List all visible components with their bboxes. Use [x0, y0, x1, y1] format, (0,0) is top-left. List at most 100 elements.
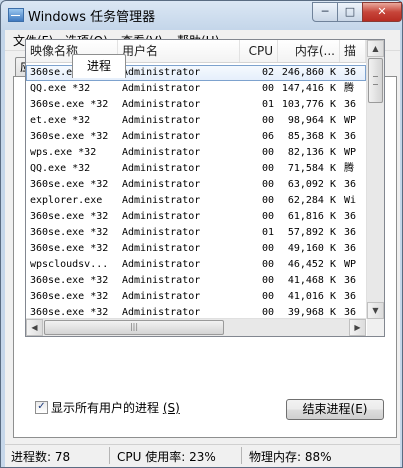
- process-cpu: 02: [261, 67, 274, 78]
- close-button[interactable]: ✕: [362, 2, 402, 22]
- process-user-name: Administrator: [122, 227, 201, 238]
- process-memory: 41,468 K: [287, 275, 336, 286]
- process-user-name: Administrator: [122, 83, 201, 94]
- process-image-name: QQ.exe *32: [30, 163, 91, 174]
- table-row[interactable]: 360se.exe *32 Administrator 00 41,016 K 36: [26, 289, 366, 305]
- checkmark-icon: ✓: [37, 401, 46, 412]
- status-bar: 进程数: 78 CPU 使用率: 23% 物理内存: 88%: [5, 444, 400, 467]
- status-process-count: 进程数: 78: [11, 450, 71, 464]
- table-row[interactable]: QQ.exe *32 Administrator 00 147,416 K 腾: [26, 81, 366, 97]
- process-image-name: 360se.exe *32: [30, 211, 109, 222]
- process-user-name: Administrator: [122, 275, 201, 286]
- process-user-name: Administrator: [122, 195, 201, 206]
- title-bar[interactable]: Windows 任务管理器 ─ □ ✕: [1, 1, 402, 29]
- process-description: 36: [344, 275, 357, 286]
- tab-processes[interactable]: 进程: [72, 54, 126, 78]
- scroll-down-icon[interactable]: ▼: [367, 302, 384, 319]
- task-manager-window: Windows 任务管理器 ─ □ ✕ 文件(F) 选项(O) 查看(V) 帮助…: [0, 0, 403, 468]
- process-image-name: wpscloudsv...: [30, 259, 109, 270]
- horizontal-scrollbar[interactable]: ◀ ||| ▶: [26, 318, 366, 336]
- process-user-name: Administrator: [122, 115, 201, 126]
- process-image-name: wps.exe *32: [30, 147, 97, 158]
- end-process-button[interactable]: 结束进程(E): [286, 399, 384, 420]
- process-memory: 63,092 K: [287, 179, 336, 190]
- window-title: Windows 任务管理器: [28, 10, 156, 25]
- process-user-name: Administrator: [122, 147, 201, 158]
- end-process-label: 结束进程: [302, 402, 351, 416]
- process-cpu: 00: [261, 259, 274, 270]
- table-row[interactable]: 360se.exe *32 Administrator 00 61,816 K 36: [26, 209, 366, 225]
- vertical-scroll-thumb[interactable]: [368, 58, 383, 103]
- process-cpu: 01: [261, 227, 274, 238]
- task-manager-icon: [8, 8, 24, 22]
- show-all-users-checkbox[interactable]: ✓: [35, 401, 48, 414]
- process-cpu: 00: [261, 147, 274, 158]
- process-cpu: 00: [261, 163, 274, 174]
- process-description: 36: [344, 243, 357, 254]
- scroll-corner: [367, 319, 384, 336]
- table-row[interactable]: 360se.exe *32 Administrator 06 85,368 K 36: [26, 129, 366, 145]
- process-image-name: et.exe *32: [30, 115, 91, 126]
- process-image-name: 360se.exe *32: [30, 227, 109, 238]
- table-row[interactable]: 360se.exe *32 Administrator 00 49,160 K 36: [26, 241, 366, 257]
- table-row[interactable]: QQ.exe *32 Administrator 00 71,584 K 腾: [26, 161, 366, 177]
- scroll-left-icon[interactable]: ◀: [26, 319, 43, 336]
- scroll-right-icon[interactable]: ▶: [349, 319, 366, 336]
- horizontal-scroll-thumb[interactable]: |||: [44, 320, 224, 335]
- status-separator: [109, 447, 110, 464]
- process-image-name: 360se.exe *32: [30, 275, 109, 286]
- process-memory: 82,136 K: [287, 147, 336, 158]
- column-memory[interactable]: 内存(...: [278, 40, 340, 62]
- process-cpu: 00: [261, 211, 274, 222]
- status-cpu-usage: CPU 使用率: 23%: [117, 450, 216, 464]
- table-row[interactable]: 360se.exe *32 Administrator 01 57,892 K 36: [26, 225, 366, 241]
- process-memory: 98,964 K: [287, 115, 336, 126]
- process-memory: 62,284 K: [287, 195, 336, 206]
- process-list[interactable]: 映像名称 用户名 CPU 内存(... 描 360se.exe *32 Admin…: [25, 39, 385, 337]
- process-memory: 57,892 K: [287, 227, 336, 238]
- table-row[interactable]: explorer.exe Administrator 00 62,284 K Wi: [26, 193, 366, 209]
- process-description: 36: [344, 99, 357, 110]
- process-image-name: QQ.exe *32: [30, 83, 91, 94]
- process-cpu: 00: [261, 83, 274, 94]
- status-physical-memory: 物理内存: 88%: [249, 450, 332, 464]
- scroll-up-icon[interactable]: ▲: [367, 40, 384, 57]
- process-user-name: Administrator: [122, 99, 201, 110]
- process-memory: 61,816 K: [287, 211, 336, 222]
- process-user-name: Administrator: [122, 259, 201, 270]
- table-row[interactable]: 360se.exe *32 Administrator 00 63,092 K 36: [26, 177, 366, 193]
- table-row[interactable]: wpscloudsv... Administrator 00 46,452 K WP: [26, 257, 366, 273]
- process-image-name: 360se.exe *32: [30, 99, 109, 110]
- process-memory: 46,452 K: [287, 259, 336, 270]
- minimize-button[interactable]: ─: [312, 2, 338, 22]
- table-row[interactable]: wps.exe *32 Administrator 00 82,136 K WP: [26, 145, 366, 161]
- vertical-scrollbar[interactable]: ▲ ▼: [366, 40, 384, 319]
- process-memory: 103,776 K: [281, 99, 336, 110]
- process-user-name: Administrator: [122, 179, 201, 190]
- process-memory: 71,584 K: [287, 163, 336, 174]
- process-description: 36: [344, 211, 357, 222]
- column-user-name[interactable]: 用户名: [118, 40, 240, 62]
- column-cpu[interactable]: CPU: [240, 40, 278, 62]
- process-cpu: 00: [261, 115, 274, 126]
- table-row[interactable]: 360se.exe *32 Administrator 01 103,776 K 36: [26, 97, 366, 113]
- show-all-users-accesskey: (S): [162, 401, 180, 415]
- process-cpu: 00: [261, 275, 274, 286]
- process-image-name: explorer.exe: [30, 195, 103, 206]
- process-description: WP: [344, 259, 357, 270]
- show-all-users-label[interactable]: 显示所有用户的进程 (S): [51, 399, 180, 416]
- process-description: 36: [344, 179, 357, 190]
- process-memory: 246,860 K: [281, 67, 336, 78]
- process-image-name: 360se.exe *32: [30, 291, 109, 302]
- table-row[interactable]: 360se.exe *32 Administrator 00 41,468 K 36: [26, 273, 366, 289]
- column-description[interactable]: 描: [340, 40, 366, 62]
- table-row[interactable]: et.exe *32 Administrator 00 98,964 K WP: [26, 113, 366, 129]
- process-user-name: Administrator: [122, 67, 201, 78]
- process-user-name: Administrator: [122, 243, 201, 254]
- process-description: WP: [344, 115, 357, 126]
- process-memory: 85,368 K: [287, 131, 336, 142]
- end-process-accesskey: (E): [350, 402, 368, 416]
- maximize-button[interactable]: □: [337, 2, 363, 22]
- process-memory: 147,416 K: [281, 83, 336, 94]
- process-user-name: Administrator: [122, 163, 201, 174]
